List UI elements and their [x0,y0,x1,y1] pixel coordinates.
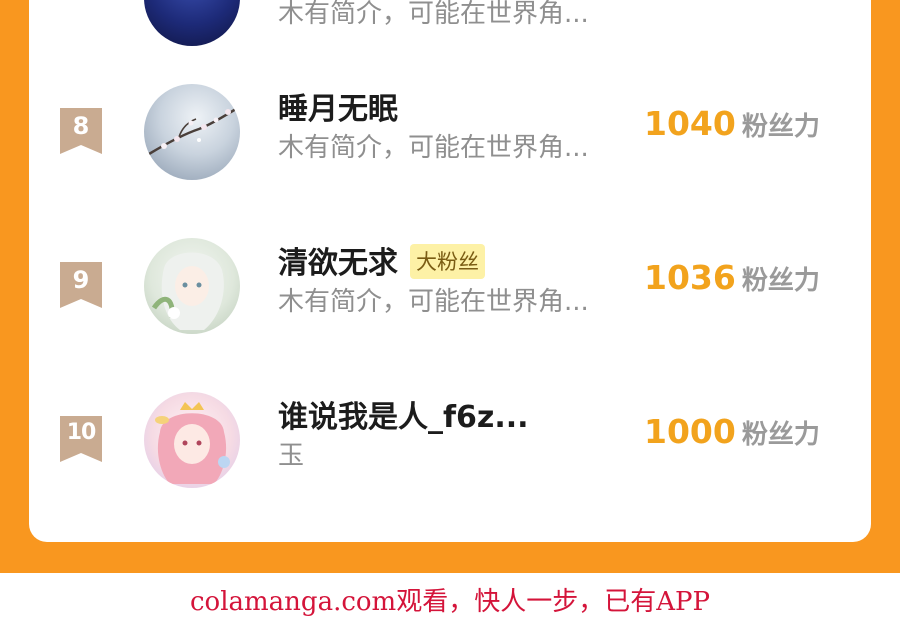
user-description: 木有简介，可能在世界角... [278,133,589,163]
avatar[interactable] [144,0,240,46]
user-description: 木有简介，可能在世界角... [278,0,589,29]
user-description: 玉 [278,441,305,471]
fan-power-score: 1036 粉丝力 [644,258,820,297]
ranking-row-9[interactable]: 9 清欲无求 大粉丝 木有简介，可能在世界角... 1036 粉丝力 [29,232,871,342]
rank-badge: 9 [60,262,102,308]
user-description: 木有简介，可能在世界角... [278,287,589,317]
score-unit: 粉丝力 [741,420,820,450]
score-value: 1036 [644,258,736,297]
user-name-text: 谁说我是人_f6z... [278,400,529,435]
rank-number: 8 [72,112,90,140]
ranking-row-10[interactable]: 10 谁说我是人_f6z... 玉 1000 粉丝力 [29,386,871,496]
user-name-text: 睡月无眠 [278,92,398,127]
rank-badge: 10 [60,416,102,462]
score-unit: 粉丝力 [741,266,820,296]
fan-power-score: 1040 粉丝力 [644,104,820,143]
avatar[interactable] [144,238,240,334]
plum-blossom-branch-image [148,107,237,156]
fan-power-score: 1000 粉丝力 [644,412,820,451]
user-name-text: 清欲无求 [278,246,398,281]
watermark-text: colamanga.com观看，快人一步，已有APP [190,587,710,617]
score-value: 1000 [644,412,736,451]
ranking-row-7[interactable]: 木有简介，可能在世界角... [29,0,871,54]
watermark-footer: colamanga.com观看，快人一步，已有APP [0,573,900,639]
rank-number: 9 [72,266,90,294]
anime-girl-portrait-image [151,252,224,330]
score-value: 1040 [644,104,736,143]
user-name[interactable]: 清欲无求 大粉丝 [278,238,485,282]
user-name[interactable]: 睡月无眠 [278,84,398,128]
anime-girl-pink-hair-image [155,402,230,484]
ranking-row-8[interactable]: 8 睡月无眠 木有简介，可能在世界角... 1040 粉丝力 [29,78,871,188]
user-name[interactable]: 谁说我是人_f6z... [278,392,529,436]
score-unit: 粉丝力 [741,112,820,142]
rank-number: 10 [66,420,97,445]
avatar[interactable] [144,84,240,180]
avatar[interactable] [144,392,240,488]
rank-badge: 8 [60,108,102,154]
big-fan-badge: 大粉丝 [410,244,485,279]
fan-ranking-card: 木有简介，可能在世界角... 8 睡月无眠 木有简介，可能在世界角... 104… [29,0,871,542]
